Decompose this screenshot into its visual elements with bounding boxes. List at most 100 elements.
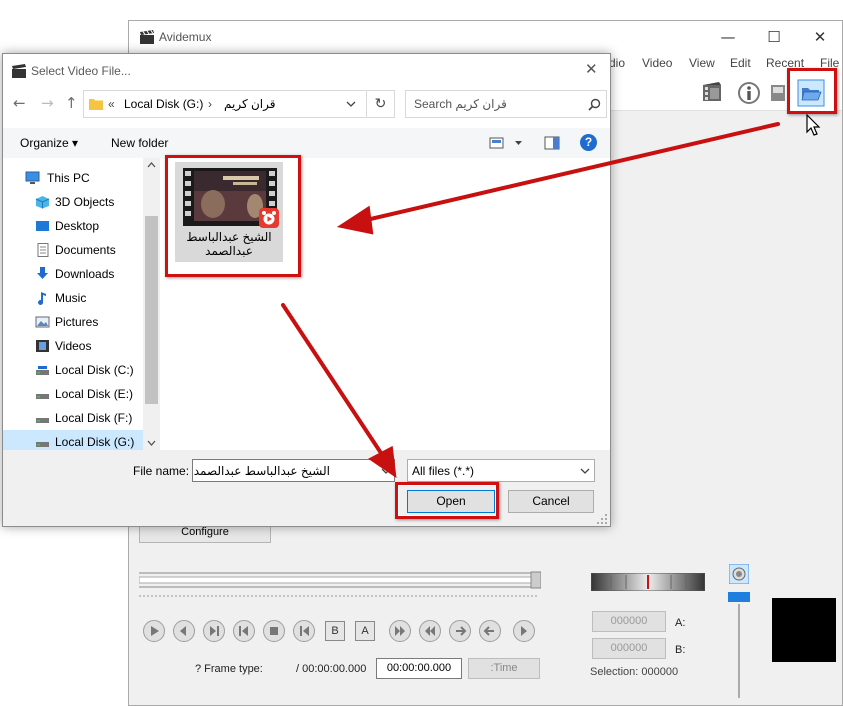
nav-this-pc[interactable]: This PC: [3, 166, 143, 190]
address-bar[interactable]: « Local Disk (G:) › قران كريم: [83, 90, 367, 118]
pc-icon: [25, 171, 40, 184]
nav-3d-objects[interactable]: 3D Objects: [3, 190, 143, 214]
chevron-down-icon[interactable]: [346, 100, 356, 108]
dialog-bottom-pane: File name: الشيخ عبدالباسط عبدالصمد All …: [3, 450, 610, 526]
organize-button[interactable]: Organize ▾: [20, 136, 78, 150]
file-name-input[interactable]: الشيخ عبدالباسط عبدالصمد: [192, 459, 395, 482]
breadcrumb-chevron[interactable]: «: [108, 97, 115, 111]
marker-b-label: B:: [675, 644, 686, 656]
search-box[interactable]: Search قران كريم: [405, 90, 607, 118]
prev-keyframe-button[interactable]: [293, 620, 315, 642]
chevron-up-icon[interactable]: [147, 162, 156, 168]
search-icon[interactable]: [588, 98, 601, 111]
goto-marker-b-button[interactable]: [419, 620, 441, 642]
drive-icon: [36, 418, 49, 423]
film-icon[interactable]: [699, 79, 727, 107]
video-icon: [36, 340, 49, 352]
help-button[interactable]: ?: [580, 134, 597, 151]
speaker-icon[interactable]: [729, 564, 749, 584]
chevron-down-icon[interactable]: [580, 468, 590, 475]
dialog-title: Select Video File...: [31, 64, 131, 78]
menu-view[interactable]: View: [689, 56, 715, 70]
nav-local-disk-c[interactable]: Local Disk (C:): [3, 358, 143, 382]
desktop-icon: [36, 221, 49, 231]
menu-video[interactable]: Video: [642, 56, 672, 70]
scrollbar-thumb[interactable]: [145, 216, 158, 404]
nav-local-disk-f[interactable]: Local Disk (F:): [3, 406, 143, 430]
avidemux-titlebar: Avidemux — ☐ ✕: [129, 21, 842, 53]
chevron-down-icon[interactable]: [381, 468, 391, 475]
select-file-dialog: Select Video File... ✕ ← → ↑ « Local Dis…: [2, 53, 611, 527]
volume-slider[interactable]: [728, 586, 750, 698]
frame-type-label: ? Frame type:: [195, 663, 263, 675]
back-button[interactable]: ←: [13, 94, 26, 112]
breadcrumb-drive[interactable]: Local Disk (G:): [124, 97, 203, 111]
cancel-button[interactable]: Cancel: [508, 490, 594, 513]
folder-icon: [89, 99, 103, 110]
drive-icon: [36, 394, 49, 399]
timeline-ticks: [139, 595, 539, 597]
play-button[interactable]: [143, 620, 165, 642]
drive-icon: [36, 442, 49, 447]
view-options-icon[interactable]: [489, 136, 525, 150]
selection-readout: Selection: 000000: [590, 666, 679, 678]
minimize-button[interactable]: —: [705, 21, 751, 53]
breadcrumb-separator: ›: [208, 97, 212, 111]
close-button[interactable]: ✕: [797, 21, 843, 53]
prev-frame-button[interactable]: [233, 620, 255, 642]
nav-scrollbar[interactable]: [143, 158, 160, 450]
nav-downloads[interactable]: Downloads: [3, 262, 143, 286]
goto-marker-a-button[interactable]: [389, 620, 411, 642]
forward-button[interactable]: [449, 620, 471, 642]
marker-b-field: 000000: [592, 638, 666, 659]
info-icon[interactable]: [735, 79, 763, 107]
jog-shuttle[interactable]: [591, 573, 705, 591]
drive-icon: [36, 366, 49, 375]
clapper-icon: [12, 64, 26, 78]
nav-documents[interactable]: Documents: [3, 238, 143, 262]
file-name-value[interactable]: الشيخ عبدالباسط عبدالصمد: [194, 464, 330, 478]
current-time-field[interactable]: 00:00:00.000: [376, 658, 462, 679]
nav-pictures[interactable]: Pictures: [3, 310, 143, 334]
nav-desktop[interactable]: Desktop: [3, 214, 143, 238]
clapper-icon: [140, 30, 154, 44]
highlight-open-button: [395, 482, 499, 519]
set-marker-a-button[interactable]: A: [355, 621, 375, 641]
timeline-slider[interactable]: [139, 571, 541, 589]
last-frame-button[interactable]: [513, 620, 535, 642]
music-icon: [38, 292, 46, 305]
refresh-button[interactable]: ↻: [367, 90, 395, 118]
dialog-close-button[interactable]: ✕: [585, 60, 598, 78]
stop-button[interactable]: [263, 620, 285, 642]
forward-button[interactable]: →: [41, 94, 54, 112]
search-placeholder[interactable]: Search قران كريم: [414, 97, 507, 111]
file-type-value[interactable]: All files (*.*): [412, 464, 474, 478]
menu-audio[interactable]: dio: [609, 56, 625, 70]
menu-edit[interactable]: Edit: [730, 56, 751, 70]
time-button[interactable]: :Time: [468, 658, 540, 679]
nav-local-disk-e[interactable]: Local Disk (E:): [3, 382, 143, 406]
breadcrumb-folder[interactable]: قران كريم: [224, 97, 276, 111]
nav-videos[interactable]: Videos: [3, 334, 143, 358]
avidemux-title: Avidemux: [159, 30, 212, 44]
picture-icon: [35, 316, 50, 328]
video-preview: [772, 598, 836, 662]
file-type-select[interactable]: All files (*.*): [407, 459, 595, 482]
cube-icon: [35, 196, 50, 209]
new-folder-button[interactable]: New folder: [111, 136, 168, 150]
file-name-label: File name:: [133, 464, 190, 478]
marker-a-label: A:: [675, 617, 686, 629]
up-button[interactable]: ↑: [65, 94, 78, 112]
nav-music[interactable]: Music: [3, 286, 143, 310]
set-marker-b-button[interactable]: B: [325, 621, 345, 641]
highlight-open-icon: [787, 68, 837, 114]
chevron-down-icon[interactable]: [147, 440, 156, 446]
resize-grip-icon[interactable]: [597, 514, 607, 524]
next-frame-button[interactable]: [203, 620, 225, 642]
maximize-button[interactable]: ☐: [751, 21, 797, 53]
preview-pane-icon[interactable]: [544, 136, 560, 150]
total-time: / 00:00:00.000: [296, 663, 367, 675]
download-icon: [37, 267, 48, 279]
rewind-button[interactable]: [173, 620, 195, 642]
backward-button[interactable]: [479, 620, 501, 642]
